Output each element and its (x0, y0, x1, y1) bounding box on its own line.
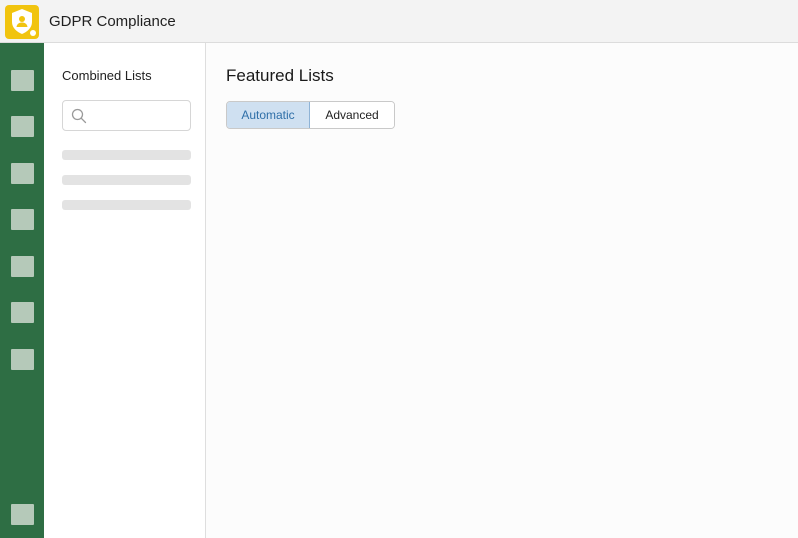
nav-item-6[interactable] (11, 302, 34, 323)
tab-automatic[interactable]: Automatic (227, 102, 310, 128)
loading-placeholder (62, 150, 191, 160)
nav-item-7[interactable] (11, 349, 34, 370)
loading-placeholder (62, 200, 191, 210)
sidebar: Combined Lists (44, 43, 206, 538)
nav-item-1[interactable] (11, 70, 34, 91)
loading-placeholder (62, 175, 191, 185)
nav-item-bottom[interactable] (11, 504, 34, 525)
sidebar-title: Combined Lists (62, 68, 152, 83)
nav-item-3[interactable] (11, 163, 34, 184)
search-input[interactable] (62, 100, 191, 131)
tab-advanced[interactable]: Advanced (310, 102, 394, 128)
nav-item-2[interactable] (11, 116, 34, 137)
top-bar: GDPR Compliance (0, 0, 798, 43)
mode-toggle: Automatic Advanced (226, 101, 395, 129)
search-icon (71, 108, 87, 124)
page-title: Featured Lists (226, 66, 334, 85)
nav-item-4[interactable] (11, 209, 34, 230)
main-content: Featured Lists Automatic Advanced (207, 43, 798, 538)
shield-user-icon[interactable] (5, 5, 39, 39)
app-title: GDPR Compliance (49, 13, 176, 30)
nav-rail (0, 43, 44, 538)
nav-item-5[interactable] (11, 256, 34, 277)
